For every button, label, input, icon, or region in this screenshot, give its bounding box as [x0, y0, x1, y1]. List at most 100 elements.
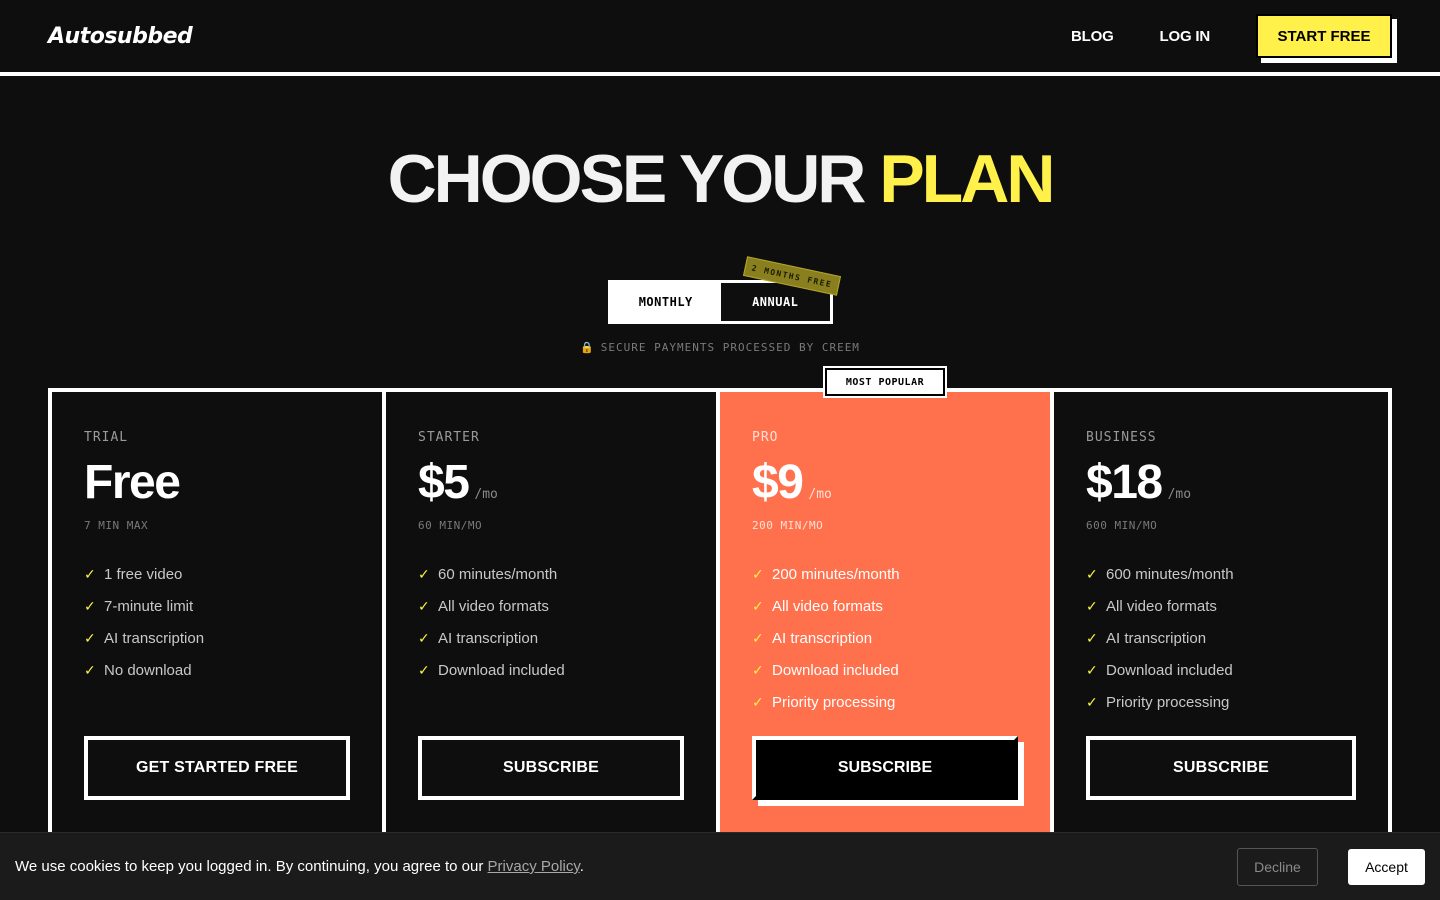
feature-text: AI transcription [1106, 629, 1207, 647]
site-header: Autosubbed BLOG LOG IN START FREE [0, 0, 1440, 76]
start-free-button[interactable]: START FREE [1256, 14, 1397, 63]
plan-minutes: 60 MIN/MO [418, 519, 483, 532]
most-popular-badge: MOST POPULAR [823, 366, 947, 398]
page-title-main: CHOOSE YOUR [387, 141, 880, 217]
feature-text: Download included [772, 661, 899, 679]
check-icon: ✓ [752, 597, 764, 614]
feature-text: AI transcription [104, 629, 205, 647]
plan-price: $5 [418, 456, 470, 509]
check-icon: ✓ [84, 661, 96, 678]
plan-card-starter: STARTER $5 /mo 60 MIN/MO ✓ 60 minutes/mon… [386, 392, 720, 844]
feature-list: ✓ 1 free video ✓ 7-minute limit ✓ AI transc… [84, 558, 350, 686]
toggle-monthly[interactable]: MONTHLY [611, 283, 721, 321]
secure-payments-text: SECURE PAYMENTS PROCESSED BY CREEM [600, 341, 860, 354]
check-icon: ✓ [84, 597, 96, 614]
page-title-accent: PLAN [879, 141, 1055, 217]
subscribe-business-button[interactable]: SUBSCRIBE [1086, 736, 1356, 800]
cookie-actions: Decline Accept [1237, 847, 1425, 886]
feature-text: No download [104, 661, 192, 679]
top-nav: BLOG LOG IN START FREE [1071, 14, 1397, 63]
nav-blog-link[interactable]: BLOG [1071, 28, 1114, 45]
feature-text: Download included [438, 661, 565, 679]
secure-payments-note: 🔒 SECURE PAYMENTS PROCESSED BY CREEM [0, 341, 1440, 354]
cookie-banner: We use cookies to keep you logged in. By… [0, 832, 1440, 900]
check-icon: ✓ [84, 629, 96, 646]
feature-item: ✓ 60 minutes/month [418, 558, 684, 590]
feature-text: Priority processing [772, 693, 896, 711]
feature-item: ✓ AI transcription [418, 622, 684, 654]
feature-text: AI transcription [772, 629, 873, 647]
check-icon: ✓ [752, 565, 764, 582]
feature-text: 7-minute limit [104, 597, 194, 615]
plan-card-pro: PRO $9 /mo 200 MIN/MO ✓ 200 minutes/month… [720, 392, 1054, 844]
price-row: $9 /mo [752, 455, 1018, 515]
cookie-message: We use cookies to keep you logged in. By… [15, 858, 584, 875]
decline-button[interactable]: Decline [1237, 847, 1318, 886]
feature-item: ✓ 1 free video [84, 558, 350, 590]
check-icon: ✓ [1086, 629, 1098, 646]
nav-login-link[interactable]: LOG IN [1160, 28, 1211, 45]
feature-list: ✓ 60 minutes/month ✓ All video formats ✓ AI… [418, 558, 684, 686]
feature-text: 600 minutes/month [1106, 565, 1234, 583]
plan-card-trial: TRIAL Free 7 MIN MAX ✓ 1 free video ✓ 7-mi… [52, 392, 386, 844]
price-row: Free [84, 455, 350, 515]
feature-item: ✓ All video formats [418, 590, 684, 622]
check-icon: ✓ [418, 597, 430, 614]
cookie-message-text: We use cookies to keep you logged in. By… [15, 858, 488, 875]
feature-list: ✓ 200 minutes/month ✓ All video formats ✓ A… [752, 558, 1018, 718]
feature-text: 60 minutes/month [438, 565, 558, 583]
price-row: $18 /mo [1086, 455, 1356, 515]
feature-text: 1 free video [104, 565, 183, 583]
feature-item: ✓ AI transcription [84, 622, 350, 654]
accept-button[interactable]: Accept [1348, 848, 1425, 885]
feature-item: ✓ 200 minutes/month [752, 558, 1018, 590]
subscribe-pro-button[interactable]: SUBSCRIBE [752, 736, 1024, 806]
plan-period: /mo [808, 487, 832, 502]
feature-text: All video formats [438, 597, 549, 615]
check-icon: ✓ [1086, 565, 1098, 582]
plan-period: /mo [1167, 487, 1192, 502]
privacy-policy-link[interactable]: Privacy Policy [488, 858, 580, 875]
feature-item: ✓ Download included [418, 654, 684, 686]
plan-minutes: 7 MIN MAX [84, 519, 149, 532]
start-free-label: START FREE [1256, 14, 1392, 58]
feature-item: ✓ Priority processing [752, 686, 1018, 718]
plan-price: $18 [1086, 456, 1163, 509]
feature-text: AI transcription [438, 629, 539, 647]
cookie-message-suffix: . [579, 858, 584, 875]
feature-text: Priority processing [1106, 693, 1230, 711]
check-icon: ✓ [1086, 661, 1098, 678]
feature-item: ✓ Priority processing [1086, 686, 1356, 718]
check-icon: ✓ [418, 661, 430, 678]
feature-item: ✓ 600 minutes/month [1086, 558, 1356, 590]
check-icon: ✓ [752, 629, 764, 646]
feature-text: All video formats [772, 597, 883, 615]
check-icon: ✓ [752, 693, 764, 710]
page-title: CHOOSE YOUR PLAN [0, 140, 1440, 218]
check-icon: ✓ [752, 661, 764, 678]
price-row: $5 /mo [418, 455, 684, 515]
plan-tier: BUSINESS [1086, 430, 1157, 445]
feature-text: 200 minutes/month [772, 565, 900, 583]
get-started-free-button[interactable]: GET STARTED FREE [84, 736, 350, 800]
check-icon: ✓ [418, 629, 430, 646]
check-icon: ✓ [1086, 597, 1098, 614]
feature-item: ✓ All video formats [1086, 590, 1356, 622]
logo[interactable]: Autosubbed [48, 24, 193, 49]
plan-tier: PRO [752, 430, 779, 445]
feature-item: ✓ Download included [752, 654, 1018, 686]
plan-card-business: BUSINESS $18 /mo 600 MIN/MO ✓ 600 minutes… [1054, 392, 1388, 844]
feature-item: ✓ AI transcription [1086, 622, 1356, 654]
subscribe-starter-button[interactable]: SUBSCRIBE [418, 736, 684, 800]
feature-item: ✓ Download included [1086, 654, 1356, 686]
pricing-cards: TRIAL Free 7 MIN MAX ✓ 1 free video ✓ 7-mi… [48, 388, 1392, 848]
subscribe-pro-label: SUBSCRIBE [752, 736, 1018, 800]
plan-price: Free [84, 456, 181, 509]
feature-item: ✓ 7-minute limit [84, 590, 350, 622]
plan-minutes: 200 MIN/MO [752, 519, 824, 532]
plan-tier: STARTER [418, 430, 480, 445]
feature-item: ✓ All video formats [752, 590, 1018, 622]
plan-tier: TRIAL [84, 430, 129, 445]
plan-period: /mo [474, 487, 498, 502]
feature-text: Download included [1106, 661, 1233, 679]
